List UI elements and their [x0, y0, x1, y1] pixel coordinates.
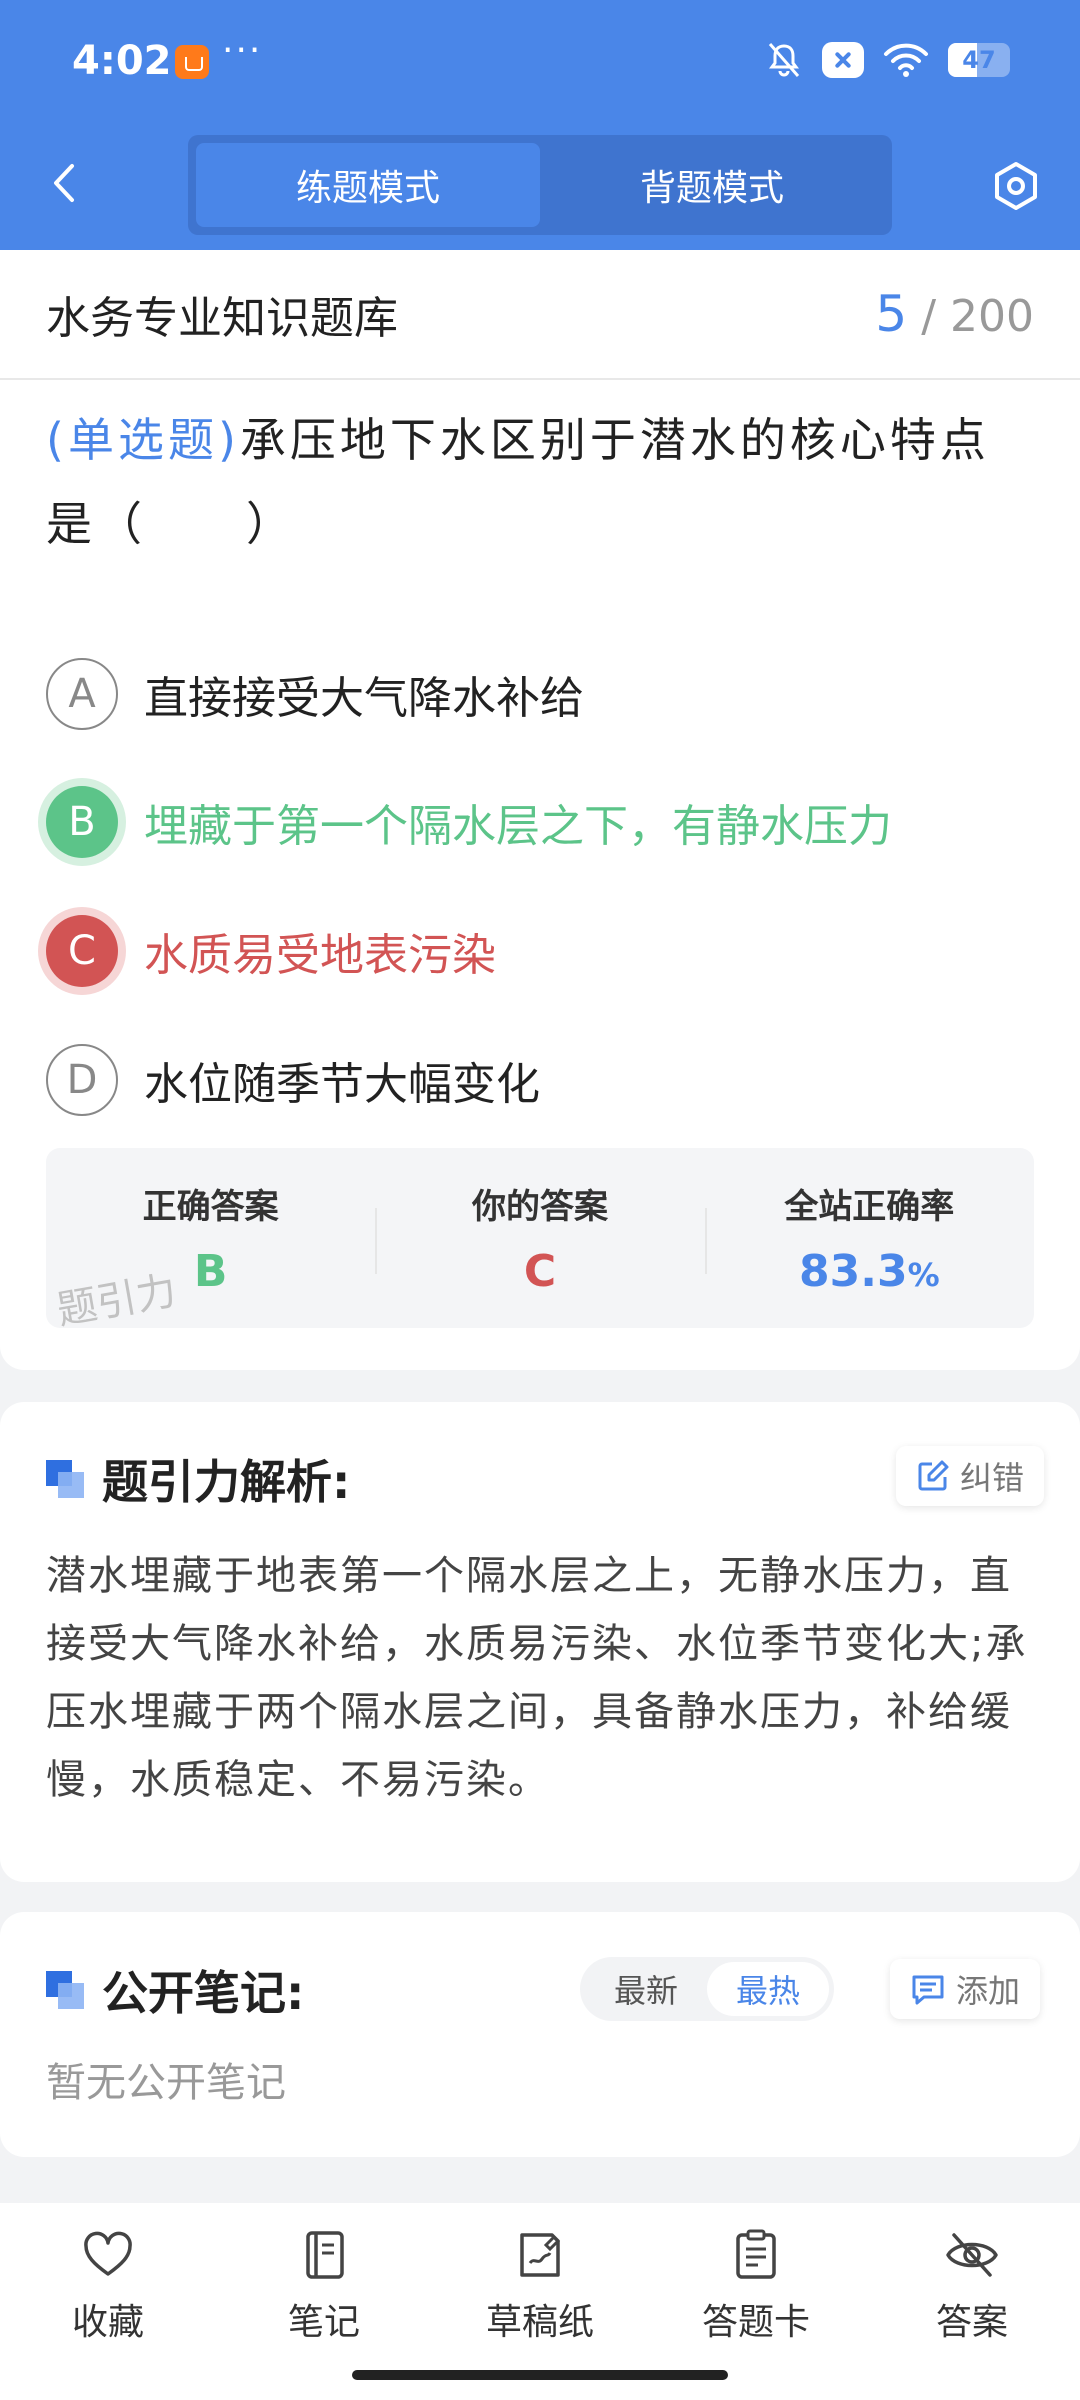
- sort-hot[interactable]: 最热: [707, 1962, 829, 2016]
- sort-latest[interactable]: 最新: [585, 1962, 707, 2016]
- section-icon: [46, 1460, 84, 1498]
- question-type: (单选题): [46, 413, 240, 467]
- nav-answer[interactable]: 答案: [864, 2203, 1080, 2400]
- accuracy-rate-stat: 全站正确率 83.3%: [704, 1148, 1034, 1328]
- option-c[interactable]: C 水质易受地表污染: [46, 915, 496, 987]
- option-text: 直接接受大气降水补给: [144, 673, 584, 724]
- notes-sort-toggle: 最新 最热: [580, 1957, 834, 2021]
- option-b[interactable]: B 埋藏于第一个隔水层之下，有静水压力: [46, 786, 892, 858]
- report-error-button[interactable]: 纠错: [896, 1446, 1045, 1506]
- nav-label: 收藏: [71, 2302, 144, 2343]
- eye-off-icon: [946, 2233, 998, 2277]
- bell-muted-icon: [768, 43, 800, 77]
- home-indicator[interactable]: [352, 2370, 728, 2380]
- empty-notes-text: 暂无公开笔记: [46, 2060, 286, 2106]
- question-card: 水务专业知识题库 5 / 200 (单选题)承压地下水区别于潜水的核心特点是（ …: [0, 250, 1080, 1370]
- add-note-label: 添加: [956, 1972, 1021, 2010]
- tab-practice-mode[interactable]: 练题模式: [196, 143, 540, 227]
- option-text: 水质易受地表污染: [144, 930, 496, 981]
- stat-label: 你的答案: [471, 1187, 608, 1227]
- your-answer-value: C: [523, 1246, 557, 1297]
- analysis-card: 题引力解析: 纠错 潜水埋藏于地表第一个隔水层之上，无静水压力，直接受大气降水补…: [0, 1402, 1080, 1882]
- nav-label: 答题卡: [701, 2302, 810, 2343]
- notes-title-text: 公开笔记:: [102, 1966, 305, 2020]
- nav-label: 答案: [935, 2302, 1008, 2343]
- option-text: 水位随季节大幅变化: [144, 1059, 540, 1110]
- your-answer-stat: 你的答案 C: [375, 1148, 704, 1328]
- add-note-button[interactable]: 添加: [890, 1959, 1041, 2019]
- battery-level: 47: [962, 46, 996, 74]
- option-letter: D: [46, 1044, 118, 1116]
- nav-label: 草稿纸: [485, 2302, 594, 2343]
- notes-title: 公开笔记:: [46, 1957, 304, 2023]
- section-icon: [46, 1971, 84, 2009]
- report-error-label: 纠错: [960, 1459, 1025, 1497]
- option-letter: B: [46, 786, 118, 858]
- status-icons: 47: [764, 40, 1010, 80]
- answer-card-icon: [736, 2229, 776, 2279]
- option-letter: C: [46, 915, 118, 987]
- correct-answer-stat: 正确答案 B 题引力: [46, 1148, 375, 1334]
- question-progress: 5 / 200: [875, 285, 1034, 343]
- option-a[interactable]: A 直接接受大气降水补给: [46, 658, 584, 730]
- nav-label: 笔记: [287, 2302, 360, 2343]
- battery-icon: 47: [948, 43, 1010, 77]
- edit-icon: [918, 1460, 949, 1491]
- option-text: 埋藏于第一个隔水层之下，有静水压力: [144, 801, 892, 852]
- status-time: 4:02: [72, 38, 172, 84]
- rate-unit: %: [907, 1256, 940, 1294]
- question-text: (单选题)承压地下水区别于潜水的核心特点是（ ）: [46, 398, 1036, 566]
- tab-memorize-mode[interactable]: 背题模式: [540, 143, 884, 227]
- correct-answer-value: B: [193, 1246, 228, 1297]
- mode-switch: 练题模式 背题模式: [188, 135, 892, 235]
- option-d[interactable]: D 水位随季节大幅变化: [46, 1044, 540, 1116]
- question-bank-title: 水务专业知识题库: [46, 293, 398, 344]
- app-header: 4:02 ··· 47 练题模式 背题模式: [0, 0, 1080, 250]
- comment-icon: [912, 1975, 944, 2005]
- heart-icon: [84, 2231, 132, 2276]
- public-notes-card: 公开笔记: 最新 最热 添加 暂无公开笔记: [0, 1912, 1080, 2157]
- current-question-number: 5: [875, 285, 908, 343]
- bank-header: 水务专业知识题库 5 / 200: [0, 250, 1080, 380]
- analysis-title: 题引力解析:: [46, 1446, 350, 1512]
- back-arrow-icon[interactable]: [44, 160, 84, 206]
- settings-icon[interactable]: [990, 160, 1042, 212]
- watermark: 题引力: [53, 1267, 180, 1335]
- wifi-icon: [884, 43, 928, 77]
- stat-label: 全站正确率: [784, 1187, 955, 1227]
- option-letter: A: [46, 658, 118, 730]
- draft-paper-icon: [520, 2233, 561, 2277]
- nav-favorite[interactable]: 收藏: [0, 2203, 216, 2400]
- accuracy-rate-value: 83.3%: [799, 1246, 940, 1297]
- app-notification-icon: [175, 45, 209, 79]
- analysis-text: 潜水埋藏于地表第一个隔水层之上，无静水压力，直接受大气降水补给，水质易污染、水位…: [46, 1553, 1028, 1803]
- notebook-icon: [306, 2231, 344, 2279]
- total-questions: / 200: [921, 291, 1034, 342]
- analysis-title-text: 题引力解析:: [102, 1455, 351, 1509]
- more-notifications-icon: ···: [222, 30, 263, 71]
- close-badge-icon: [822, 42, 864, 78]
- rate-number: 83.3: [799, 1246, 908, 1297]
- stat-label: 正确答案: [142, 1187, 279, 1227]
- answer-stats: 正确答案 B 题引力 你的答案 C 全站正确率 83.3%: [46, 1148, 1034, 1334]
